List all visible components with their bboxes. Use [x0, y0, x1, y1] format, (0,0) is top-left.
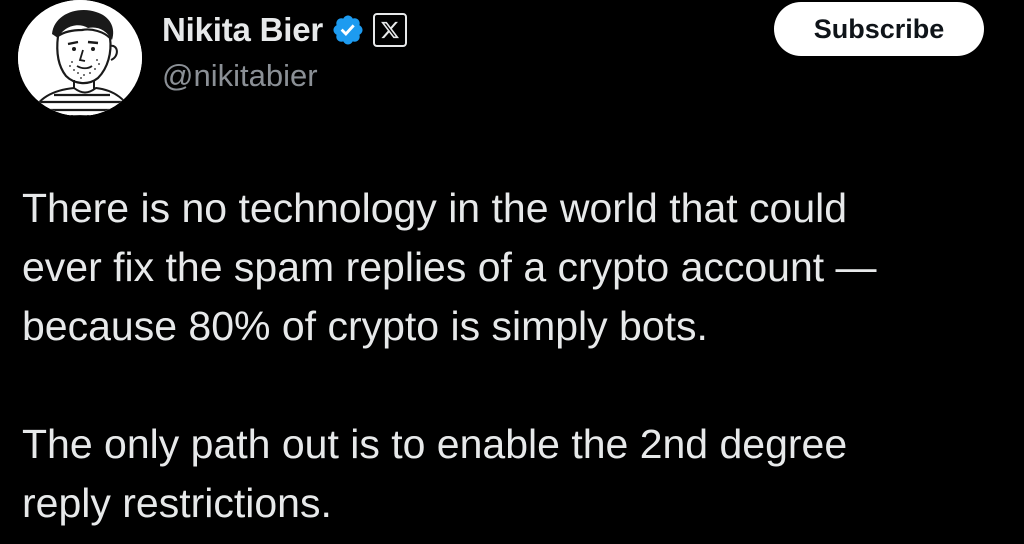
- author-handle[interactable]: @nikitabier: [162, 58, 318, 94]
- subscribe-button[interactable]: Subscribe: [774, 2, 984, 56]
- tweet-text: There is no technology in the world that…: [22, 179, 1002, 533]
- author-display-name[interactable]: Nikita Bier: [162, 11, 323, 49]
- verified-badge-icon[interactable]: [331, 13, 365, 47]
- tweet-line: There is no technology in the world that…: [22, 185, 848, 231]
- tweet-paragraph-2: The only path out is to enable the 2nd d…: [22, 415, 1002, 533]
- avatar[interactable]: [18, 0, 142, 116]
- tweet-paragraph-1: There is no technology in the world that…: [22, 179, 1002, 356]
- tweet-line: reply restrictions.: [22, 480, 332, 526]
- tweet-line: ever fix the spam replies of a crypto ac…: [22, 244, 877, 290]
- tweet-line: The only path out is to enable the 2nd d…: [22, 421, 848, 467]
- author-name-row: Nikita Bier: [162, 8, 408, 52]
- x-logo-icon: [373, 13, 408, 47]
- avatar-portrait-icon: [18, 0, 142, 116]
- tweet-card: Nikita Bier @nikitabier Subscribe There …: [0, 0, 1024, 544]
- tweet-line: because 80% of crypto is simply bots.: [22, 303, 708, 349]
